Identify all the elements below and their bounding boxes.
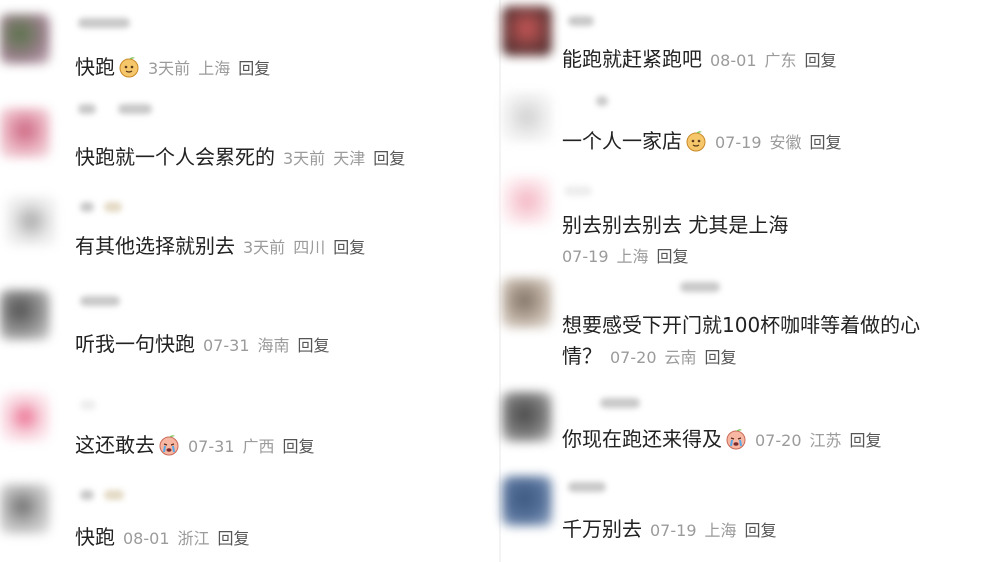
comment-text: 想要感受下开门就100杯咖啡等着做的心 bbox=[562, 313, 921, 337]
avatar[interactable] bbox=[0, 392, 50, 442]
comment-text: 别去别去别去 尤其是上海 bbox=[562, 213, 789, 237]
avatar[interactable] bbox=[502, 176, 552, 226]
username-extra bbox=[118, 104, 152, 114]
comment-location: 上海 bbox=[704, 521, 737, 540]
comment-location: 广西 bbox=[242, 437, 275, 456]
comment-content: 有其他选择就别去 3天前 四川 回复 bbox=[75, 233, 365, 261]
username[interactable] bbox=[568, 16, 594, 26]
crying-face-emoji bbox=[158, 434, 180, 456]
avatar[interactable] bbox=[0, 484, 50, 534]
comment-content-continued: 情？ 07-20 云南 回复 bbox=[562, 343, 737, 371]
reply-button[interactable]: 回复 bbox=[298, 336, 330, 355]
reply-button[interactable]: 回复 bbox=[373, 149, 405, 168]
comment-content: 快跑 08-01 浙江 回复 bbox=[75, 524, 250, 552]
comment-time: 08-01 bbox=[710, 51, 757, 70]
username[interactable] bbox=[568, 482, 606, 492]
comment-time: 07-19 bbox=[715, 133, 762, 152]
comment-location: 江苏 bbox=[809, 431, 842, 450]
username[interactable] bbox=[680, 282, 720, 292]
avatar[interactable] bbox=[502, 92, 552, 142]
comment-time: 07-20 bbox=[610, 348, 657, 367]
comment-time: 08-01 bbox=[123, 529, 170, 548]
comment-content: 一个人一家店 07-19 安徽 回复 bbox=[562, 128, 842, 156]
username[interactable] bbox=[80, 202, 94, 212]
avatar[interactable] bbox=[502, 278, 552, 328]
avatar[interactable] bbox=[6, 196, 56, 246]
comment-text: 一个人一家店 bbox=[562, 129, 682, 153]
comment-time: 3天前 bbox=[148, 59, 191, 78]
comment-content: 快跑就一个人会累死的 3天前 天津 回复 bbox=[75, 144, 405, 172]
comment-content: 别去别去别去 尤其是上海 bbox=[562, 212, 788, 238]
avatar[interactable] bbox=[0, 108, 50, 158]
melon-face-emoji bbox=[118, 56, 140, 78]
comment-location: 四川 bbox=[293, 238, 326, 257]
comment-time: 3天前 bbox=[283, 149, 326, 168]
comments-column-right: 能跑就赶紧跑吧 08-01 广东 回复 一个人一家店 07-19 安徽 回复 别去别去别去 … bbox=[500, 0, 1000, 562]
comment-content: 听我一句快跑 07-31 海南 回复 bbox=[75, 331, 330, 359]
comment-meta-row: 07-19 上海 回复 bbox=[562, 242, 689, 270]
username[interactable] bbox=[78, 18, 130, 28]
reply-button[interactable]: 回复 bbox=[283, 437, 315, 456]
comment-time: 3天前 bbox=[243, 238, 286, 257]
comment-time: 07-31 bbox=[203, 336, 250, 355]
reply-button[interactable]: 回复 bbox=[333, 238, 365, 257]
comment-location: 云南 bbox=[664, 348, 697, 367]
username-extra bbox=[104, 490, 124, 500]
username[interactable] bbox=[80, 296, 120, 306]
comment-content: 快跑 3天前 上海 回复 bbox=[75, 54, 270, 82]
username[interactable] bbox=[564, 186, 592, 196]
username[interactable] bbox=[80, 490, 94, 500]
comment-location: 安徽 bbox=[769, 133, 802, 152]
comment-text: 快跑 bbox=[75, 525, 115, 549]
comment-time: 07-20 bbox=[755, 431, 802, 450]
comment-text: 这还敢去 bbox=[75, 433, 155, 457]
crying-face-emoji bbox=[725, 428, 747, 450]
reply-button[interactable]: 回复 bbox=[850, 431, 882, 450]
comment-text: 你现在跑还来得及 bbox=[562, 427, 722, 451]
username[interactable] bbox=[600, 398, 640, 408]
comment-content: 能跑就赶紧跑吧 08-01 广东 回复 bbox=[562, 46, 837, 74]
comment-content: 这还敢去 07-31 广西 回复 bbox=[75, 432, 315, 460]
comment-location: 海南 bbox=[257, 336, 290, 355]
username-extra bbox=[104, 202, 122, 212]
comment-content: 千万别去 07-19 上海 回复 bbox=[562, 516, 777, 544]
comment-text-continued: 情？ bbox=[562, 344, 602, 368]
username[interactable] bbox=[78, 104, 96, 114]
comment-text: 千万别去 bbox=[562, 517, 642, 541]
comment-text: 能跑就赶紧跑吧 bbox=[562, 47, 702, 71]
reply-button[interactable]: 回复 bbox=[218, 529, 250, 548]
comments-column-left: 快跑 3天前 上海 回复 快跑就一个人会累死的 3天前 天津 回复 有其他选择就别去 3天前四… bbox=[0, 0, 500, 562]
reply-button[interactable]: 回复 bbox=[805, 51, 837, 70]
avatar[interactable] bbox=[502, 6, 552, 56]
comment-time: 07-19 bbox=[650, 521, 697, 540]
reply-button[interactable]: 回复 bbox=[810, 133, 842, 152]
comment-text: 快跑 bbox=[75, 55, 115, 79]
comment-text: 有其他选择就别去 bbox=[75, 234, 235, 258]
reply-button[interactable]: 回复 bbox=[657, 247, 689, 266]
comment-location: 广东 bbox=[764, 51, 797, 70]
comment-location: 浙江 bbox=[177, 529, 210, 548]
comment-text: 快跑就一个人会累死的 bbox=[75, 145, 275, 169]
comment-text: 听我一句快跑 bbox=[75, 332, 195, 356]
comment-location: 上海 bbox=[616, 247, 649, 266]
reply-button[interactable]: 回复 bbox=[745, 521, 777, 540]
comment-location: 上海 bbox=[198, 59, 231, 78]
comment-time: 07-19 bbox=[562, 247, 609, 266]
comment-content: 想要感受下开门就100杯咖啡等着做的心 bbox=[562, 312, 920, 338]
avatar[interactable] bbox=[502, 392, 552, 442]
username[interactable] bbox=[80, 400, 96, 410]
avatar[interactable] bbox=[502, 476, 552, 526]
username[interactable] bbox=[596, 96, 608, 106]
avatar[interactable] bbox=[0, 14, 50, 64]
avatar[interactable] bbox=[0, 290, 50, 340]
reply-button[interactable]: 回复 bbox=[705, 348, 737, 367]
comment-location: 天津 bbox=[333, 149, 366, 168]
comment-time: 07-31 bbox=[188, 437, 235, 456]
reply-button[interactable]: 回复 bbox=[238, 59, 270, 78]
comment-content: 你现在跑还来得及 07-20 江苏 回复 bbox=[562, 426, 882, 454]
melon-face-emoji bbox=[685, 130, 707, 152]
